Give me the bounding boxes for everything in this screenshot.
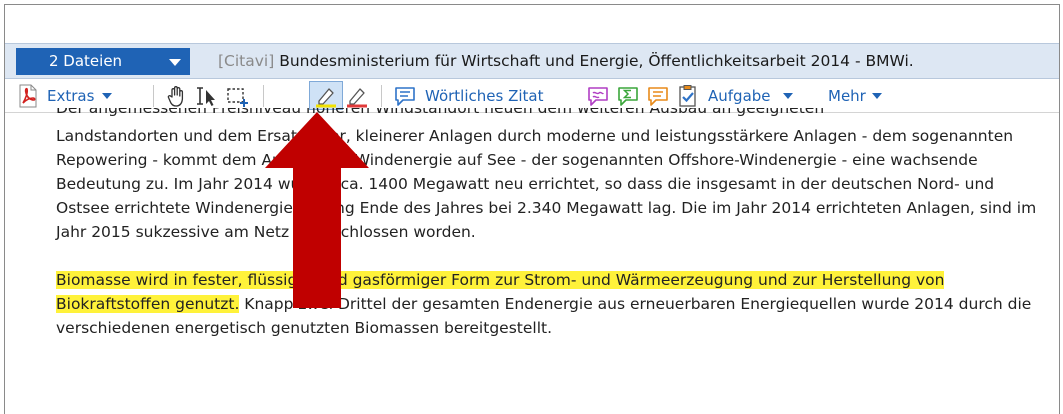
- chevron-down-icon: [782, 92, 793, 99]
- chevron-down-icon: [102, 92, 113, 99]
- toolbar-divider: [153, 85, 154, 107]
- partially-hidden-text-line: Der angemessenen Preisniveau höheren Win…: [56, 108, 825, 117]
- aufgabe-label: Aufgabe: [708, 86, 771, 105]
- woertliches-zitat-label: Wörtliches Zitat: [425, 86, 544, 105]
- extras-label: Extras: [47, 86, 95, 105]
- red-arrow-annotation: [265, 112, 369, 308]
- files-dropdown-button[interactable]: 2 Dateien: [16, 48, 190, 75]
- chevron-down-icon: [169, 59, 181, 66]
- paragraph-windenergie: Landstandorten und dem Ersatz alter, kle…: [56, 127, 1037, 241]
- mehr-label: Mehr: [828, 86, 866, 105]
- pdf-document-text: Landstandorten und dem Ersatz alter, kle…: [56, 124, 1046, 340]
- document-titlebar: 2 Dateien [Citavi] Bundesministerium für…: [5, 43, 1059, 79]
- title-prefix: [Citavi]: [218, 52, 275, 70]
- toolbar-divider: [263, 85, 264, 107]
- files-dropdown-label: 2 Dateien: [49, 52, 123, 70]
- pdf-icon[interactable]: [17, 79, 39, 112]
- title-label: Bundesministerium für Wirtschaft und Ene…: [279, 52, 914, 70]
- paragraph-biomasse: Biomasse wird in fester, flüssiger und g…: [56, 268, 1046, 340]
- toolbar-divider: [381, 85, 382, 107]
- document-title: [Citavi] Bundesministerium für Wirtschaf…: [218, 44, 914, 78]
- chevron-down-icon: [871, 92, 882, 99]
